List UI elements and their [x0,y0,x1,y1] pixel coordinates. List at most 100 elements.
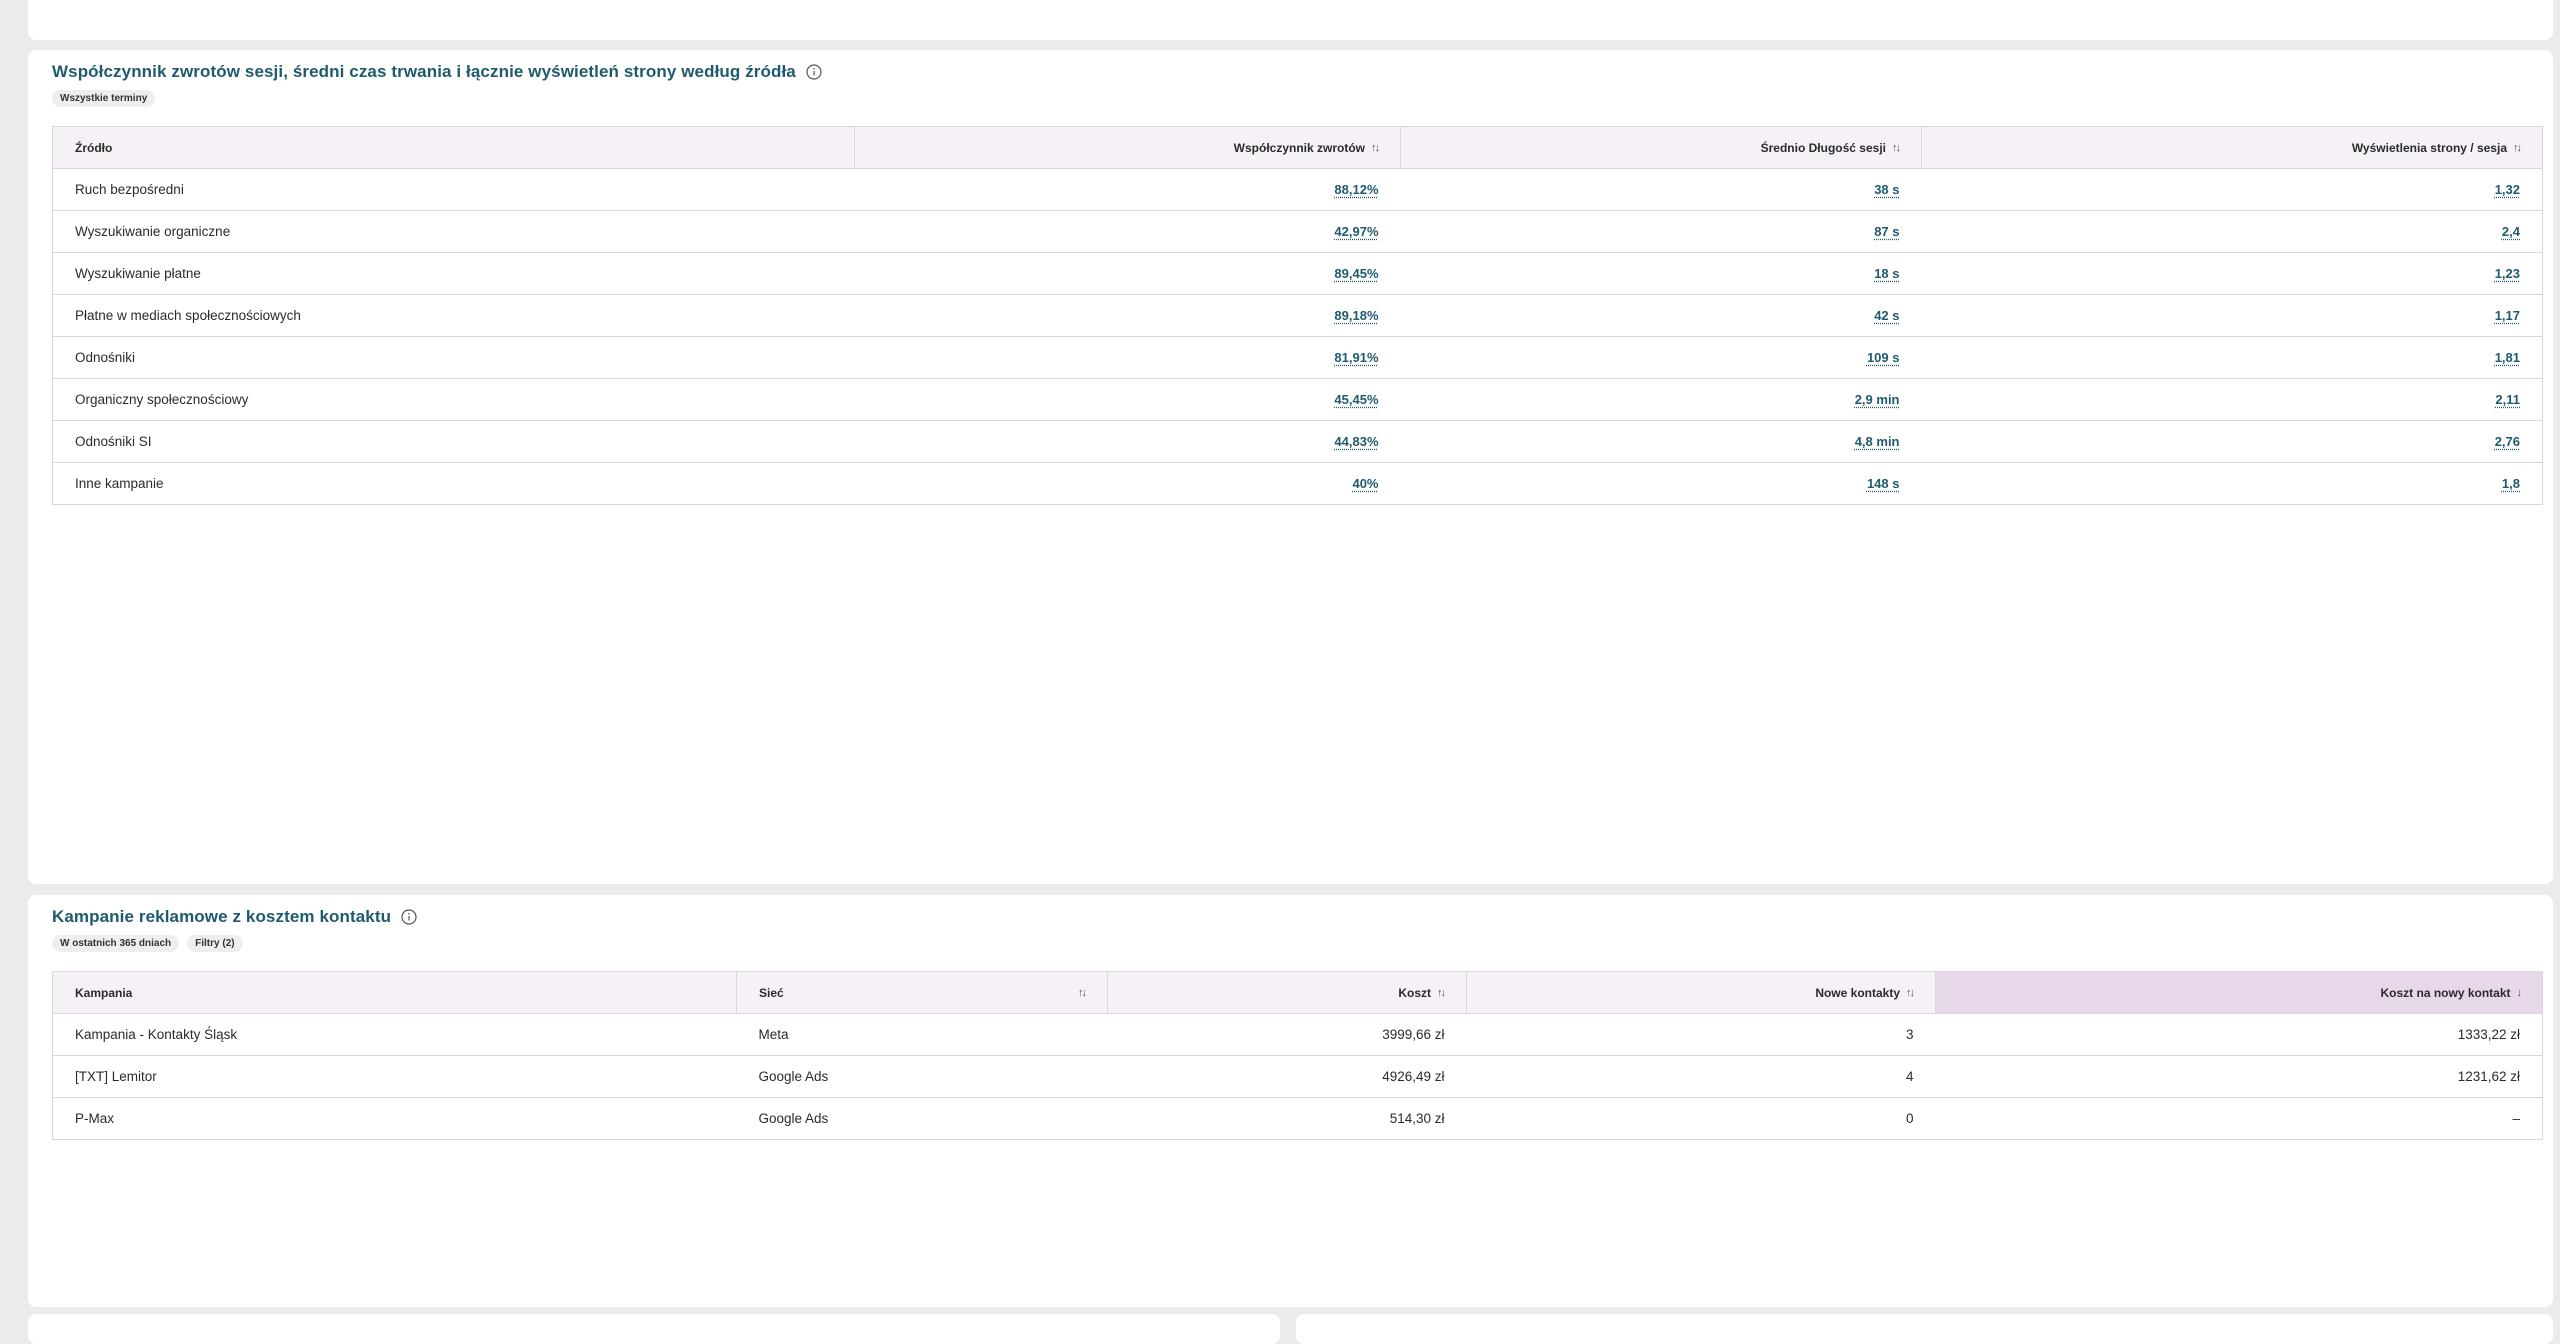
date-range-chip[interactable]: W ostatnich 365 dniach [52,935,180,952]
source-cell: Inne kampanie [52,462,855,505]
column-label: Wyświetlenia strony / sesja [2351,140,2507,155]
bounce-rate-link[interactable]: 89,18% [1334,308,1378,323]
source-cell: Organiczny społecznościowy [52,378,855,421]
column-header-cost-per-contact[interactable]: Koszt na nowy kontakt ↓ [1935,971,2543,1014]
column-header-network[interactable]: Sieć ↑↓ [736,971,1108,1014]
new-contacts-cell: 0 [1466,1097,1936,1140]
campaign-cell: [TXT] Lemitor [52,1055,737,1098]
table-row: Inne kampanie 40% 148 s 1,8 [52,462,2543,505]
table-row: P-Max Google Ads 514,30 zł 0 – [52,1097,2543,1140]
report-title[interactable]: Kampanie reklamowe z kosztem kontaktu [52,907,391,927]
table-row: Wyszukiwanie organiczne 42,97% 87 s 2,4 [52,210,2543,253]
campaign-cell: P-Max [52,1097,737,1140]
bounce-rate-link[interactable]: 89,45% [1334,266,1378,281]
date-range-chip[interactable]: Wszystkie terminy [52,90,156,107]
sort-icon[interactable]: ↑↓ [1906,987,1915,999]
session-duration-link[interactable]: 38 s [1874,182,1899,197]
ad-campaigns-table: Kampania Sieć ↑↓ Koszt ↑↓ Nowe kontakty ↑↓ … [52,971,2543,1140]
column-header-campaign[interactable]: Kampania [52,971,737,1014]
table-row: Płatne w mediach społecznościowych 89,18… [52,294,2543,337]
sort-icon[interactable]: ↑↓ [1892,142,1901,154]
network-cell: Google Ads [736,1055,1108,1098]
previous-report-card [28,0,2553,40]
table-row: Kampania - Kontakty Śląsk Meta 3999,66 z… [52,1013,2543,1056]
bounce-rate-link[interactable]: 44,83% [1334,434,1378,449]
table-row: Odnośniki SI 44,83% 4,8 min 2,76 [52,420,2543,463]
pageviews-link[interactable]: 2,11 [2495,392,2520,407]
source-cell: Wyszukiwanie organiczne [52,210,855,253]
network-cell: Google Ads [736,1097,1108,1140]
column-header-bounce-rate[interactable]: Współczynnik zwrotów ↑↓ [854,126,1401,169]
cost-cell: 3999,66 zł [1107,1013,1467,1056]
pageviews-link[interactable]: 1,23 [2495,266,2520,281]
table-header-row: Źródło Współczynnik zwrotów ↑↓ Średnio Dł… [52,126,2543,169]
filters-chip[interactable]: Filtry (2) [187,935,243,952]
bounce-rate-link[interactable]: 40% [1352,476,1378,491]
column-header-new-contacts[interactable]: Nowe kontakty ↑↓ [1466,971,1936,1014]
column-header-source[interactable]: Źródło [52,126,855,169]
cost-per-contact-cell: – [1935,1097,2543,1140]
pageviews-link[interactable]: 2,4 [2502,224,2520,239]
pageviews-link[interactable]: 1,17 [2495,308,2520,323]
column-label: Kampania [75,985,133,1000]
source-cell: Wyszukiwanie płatne [52,252,855,295]
new-contacts-cell: 3 [1466,1013,1936,1056]
session-duration-link[interactable]: 87 s [1874,224,1899,239]
column-label: Sieć [759,985,784,1000]
column-label: Nowe kontakty [1815,985,1900,1000]
cost-cell: 514,30 zł [1107,1097,1467,1140]
session-duration-link[interactable]: 42 s [1874,308,1899,323]
table-row: [TXT] Lemitor Google Ads 4926,49 zł 4 12… [52,1055,2543,1098]
report-header: Współczynnik zwrotów sesji, średni czas … [52,62,822,82]
cost-per-contact-cell: 1231,62 zł [1935,1055,2543,1098]
sort-desc-icon[interactable]: ↓ [2517,987,2522,999]
column-header-cost[interactable]: Koszt ↑↓ [1107,971,1467,1014]
table-row: Organiczny społecznościowy 45,45% 2,9 mi… [52,378,2543,421]
session-duration-link[interactable]: 4,8 min [1855,434,1900,449]
info-icon[interactable] [806,64,822,80]
new-contacts-cell: 4 [1466,1055,1936,1098]
column-header-session-duration[interactable]: Średnio Długość sesji ↑↓ [1400,126,1922,169]
source-cell: Płatne w mediach społecznościowych [52,294,855,337]
column-label: Koszt [1398,985,1431,1000]
pageviews-link[interactable]: 1,8 [2502,476,2520,491]
column-header-pageviews[interactable]: Wyświetlenia strony / sesja ↑↓ [1921,126,2543,169]
bounce-rate-link[interactable]: 45,45% [1334,392,1378,407]
network-cell: Meta [736,1013,1108,1056]
column-label: Źródło [75,140,113,155]
cost-per-contact-cell: 1333,22 zł [1935,1013,2543,1056]
pageviews-link[interactable]: 2,76 [2495,434,2520,449]
pageviews-link[interactable]: 1,32 [2495,182,2520,197]
column-label: Koszt na nowy kontakt [2380,985,2511,1000]
table-row: Wyszukiwanie płatne 89,45% 18 s 1,23 [52,252,2543,295]
ad-campaigns-report-card: Kampanie reklamowe z kosztem kontaktu W … [28,895,2553,1307]
session-duration-link[interactable]: 148 s [1867,476,1900,491]
report-title[interactable]: Współczynnik zwrotów sesji, średni czas … [52,62,796,82]
sort-icon[interactable]: ↑↓ [1437,987,1446,999]
next-report-card-left [28,1314,1280,1344]
bounce-rate-link[interactable]: 88,12% [1334,182,1378,197]
table-row: Odnośniki 81,91% 109 s 1,81 [52,336,2543,379]
filter-chips: W ostatnich 365 dniach Filtry (2) [52,935,243,952]
session-duration-link[interactable]: 109 s [1867,350,1900,365]
source-cell: Odnośniki [52,336,855,379]
source-cell: Ruch bezpośredni [52,168,855,211]
table-row: Ruch bezpośredni 88,12% 38 s 1,32 [52,168,2543,211]
source-cell: Odnośniki SI [52,420,855,463]
bounce-rate-link[interactable]: 81,91% [1334,350,1378,365]
sort-icon[interactable]: ↑↓ [1371,142,1380,154]
cost-cell: 4926,49 zł [1107,1055,1467,1098]
info-icon[interactable] [401,909,417,925]
sort-icon[interactable]: ↑↓ [2513,142,2522,154]
table-header-row: Kampania Sieć ↑↓ Koszt ↑↓ Nowe kontakty ↑↓ … [52,971,2543,1014]
column-label: Średnio Długość sesji [1760,140,1886,155]
filter-chips: Wszystkie terminy [52,90,156,107]
sort-icon[interactable]: ↑↓ [1078,987,1087,999]
report-header: Kampanie reklamowe z kosztem kontaktu [52,907,417,927]
session-duration-link[interactable]: 18 s [1874,266,1899,281]
session-duration-link[interactable]: 2,9 min [1855,392,1900,407]
campaign-cell: Kampania - Kontakty Śląsk [52,1013,737,1056]
bounce-rate-link[interactable]: 42,97% [1334,224,1378,239]
pageviews-link[interactable]: 1,81 [2495,350,2520,365]
next-report-card-right [1296,1314,2553,1344]
